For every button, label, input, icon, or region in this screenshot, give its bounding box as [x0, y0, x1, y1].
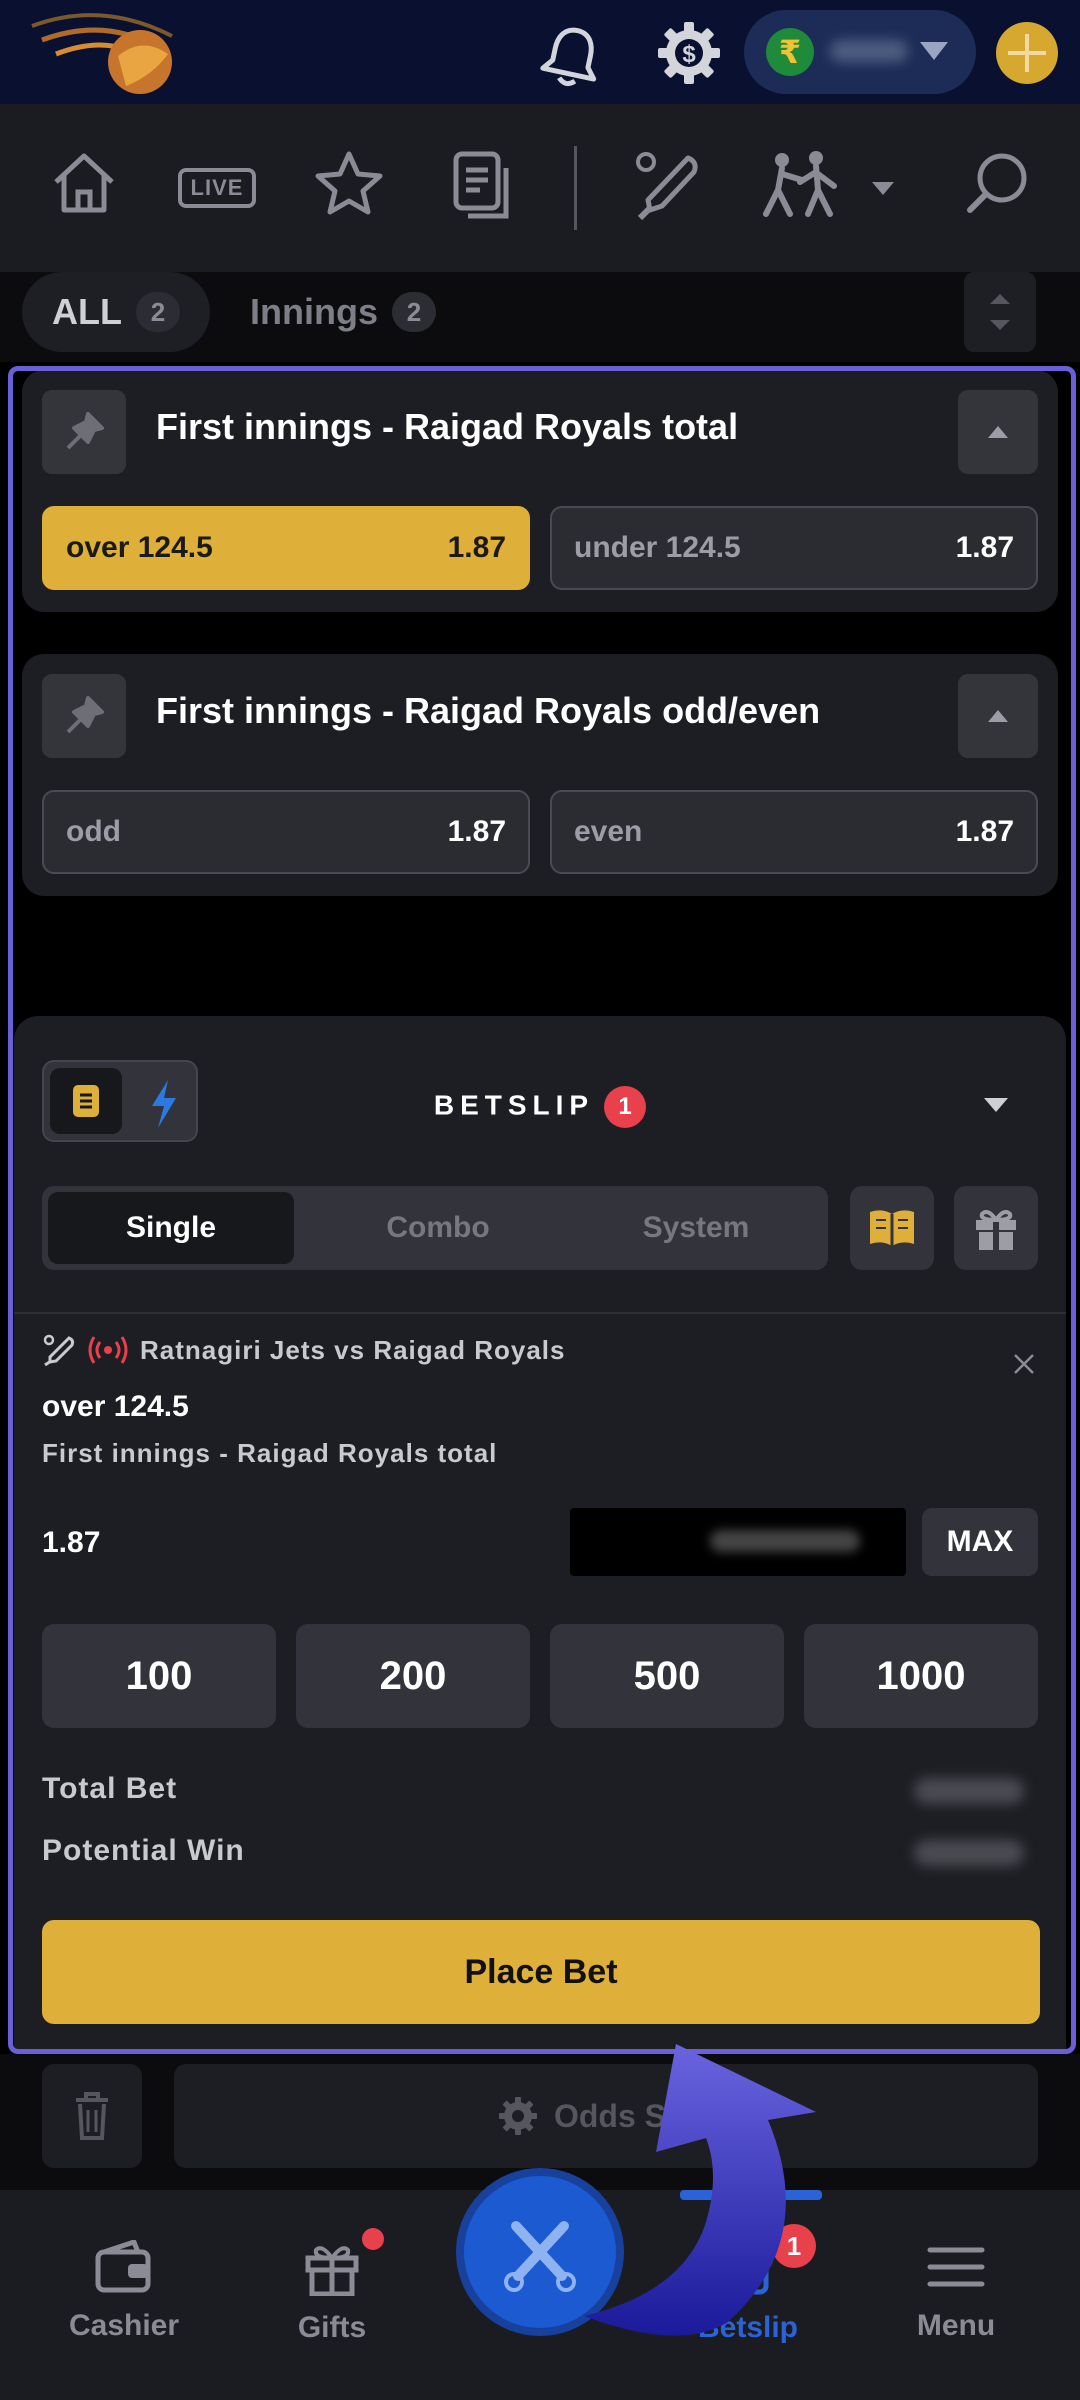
trash-icon	[76, 2092, 108, 2140]
balance-amount-hidden	[830, 40, 908, 62]
wallet-icon	[95, 2239, 151, 2293]
tutorial-arrow-icon	[584, 2044, 816, 2336]
cricket-icon[interactable]	[632, 150, 702, 222]
collapse-all-icon	[990, 294, 1010, 330]
nav-cashier[interactable]: Cashier	[24, 2239, 224, 2343]
nav-label: Menu	[916, 2309, 996, 2342]
filter-all-label: ALL	[52, 291, 122, 332]
filter-innings-label: Innings	[250, 291, 378, 332]
kabaddi-sport-icon[interactable]	[760, 150, 840, 218]
filter-innings-count: 2	[392, 292, 436, 332]
nav-divider	[574, 146, 577, 230]
chevron-down-icon	[920, 42, 948, 60]
search-icon[interactable]	[964, 150, 1030, 216]
balance-dropdown[interactable]: ₹	[744, 10, 976, 94]
brand-logo[interactable]	[22, 6, 182, 98]
sports-more-caret-icon[interactable]	[872, 182, 894, 195]
nav-gifts[interactable]: Gifts	[232, 2240, 432, 2345]
gifts-notification-dot	[362, 2228, 384, 2250]
top-header: $ ₹	[0, 0, 1080, 104]
filter-all-count: 2	[135, 292, 180, 332]
nav-label: Cashier	[68, 2309, 180, 2342]
svg-text:$: $	[682, 41, 696, 68]
rupee-icon: ₹	[766, 28, 814, 76]
home-icon[interactable]	[50, 150, 118, 216]
collapse-all-button[interactable]	[964, 272, 1036, 352]
deposit-plus-button[interactable]	[996, 22, 1058, 84]
nav-label: Gifts	[297, 2311, 367, 2344]
notifications-bell-icon[interactable]	[538, 22, 606, 90]
filter-all-chip[interactable]: ALL 2	[22, 272, 210, 352]
favorites-star-icon[interactable]	[314, 150, 384, 216]
gift-icon	[305, 2246, 359, 2297]
market-filter-bar: ALL 2 Innings 2	[0, 272, 1080, 362]
clear-betslip-button[interactable]	[42, 2064, 142, 2168]
settings-gear-icon[interactable]: $	[656, 20, 722, 86]
filter-innings-chip[interactable]: Innings 2	[220, 272, 466, 352]
gear-icon	[498, 2097, 537, 2135]
live-nav-button[interactable]: LIVE	[178, 168, 256, 208]
sports-nav-bar	[0, 104, 1080, 272]
bet-history-icon[interactable]	[450, 150, 514, 222]
hamburger-menu-icon	[927, 2247, 985, 2287]
nav-menu[interactable]: Menu	[856, 2240, 1056, 2343]
highlight-frame	[8, 366, 1076, 2054]
